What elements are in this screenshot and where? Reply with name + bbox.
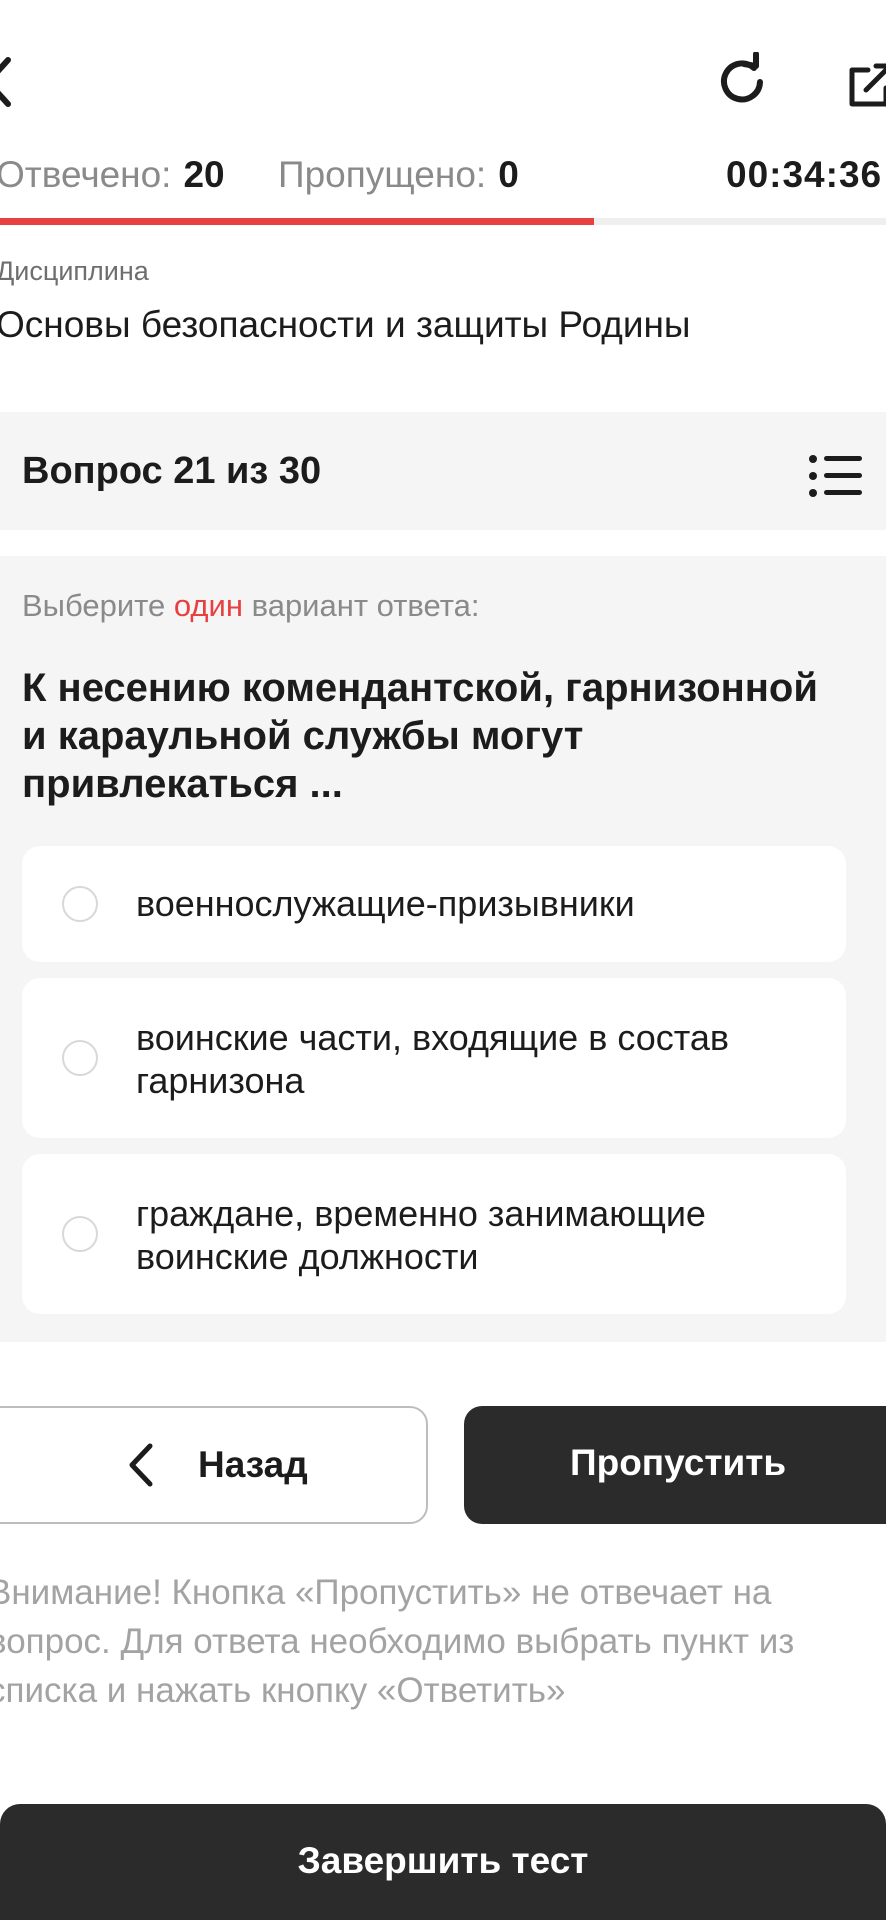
- question-card: Выберите один вариант ответа: К несению …: [0, 556, 886, 1342]
- radio-button[interactable]: [62, 1040, 98, 1076]
- answered-label: Отвечено:: [0, 154, 172, 195]
- finish-test-label: Завершить тест: [297, 1840, 589, 1881]
- hint-accent: один: [173, 588, 243, 623]
- back-button[interactable]: Назад: [0, 1406, 428, 1524]
- answered-value: 20: [183, 154, 225, 195]
- back-icon[interactable]: [0, 52, 12, 112]
- skip-button-label: Пропустить: [570, 1442, 787, 1483]
- question-text: К несению комендантской, гарнизонной и к…: [22, 666, 818, 806]
- external-link-icon[interactable]: [846, 60, 886, 110]
- question-header: Вопрос 21 из 30: [0, 412, 886, 530]
- answer-option[interactable]: военнослужащие-призывники: [22, 846, 846, 962]
- skipped-value: 0: [498, 154, 519, 195]
- answer-hint: Выберите один вариант ответа:: [22, 588, 479, 624]
- answer-option[interactable]: граждане, временно занимающие воинские д…: [22, 1154, 846, 1314]
- radio-button[interactable]: [62, 886, 98, 922]
- discipline-label: Дисциплина: [0, 256, 149, 286]
- hint-before: Выберите: [22, 588, 174, 623]
- reload-icon[interactable]: [712, 51, 772, 112]
- answered-stat: Отвечено: 20: [0, 154, 225, 196]
- skipped-label: Пропущено:: [278, 154, 487, 195]
- progress-bar: [0, 218, 886, 225]
- stats-bar: Отвечено: 20 Пропущено: 0 00:34:36: [0, 154, 886, 204]
- discipline-title: Основы безопасности и защиты Родины: [0, 304, 691, 345]
- skip-warning: Внимание! Кнопка «Пропустить» не отвечае…: [0, 1573, 795, 1710]
- option-label: граждане, временно занимающие воинские д…: [136, 1193, 706, 1277]
- option-label: воинские части, входящие в состав гарниз…: [136, 1017, 729, 1101]
- answer-option[interactable]: воинские части, входящие в состав гарниз…: [22, 978, 846, 1138]
- back-button-label: Назад: [198, 1444, 308, 1485]
- question-counter: Вопрос 21 из 30: [22, 450, 322, 492]
- chevron-left-icon: [126, 1442, 156, 1488]
- radio-button[interactable]: [62, 1216, 98, 1252]
- timer: 00:34:36: [726, 154, 883, 195]
- hint-after: вариант ответа:: [242, 588, 480, 623]
- skipped-stat: Пропущено: 0: [278, 154, 519, 196]
- progress-fill: [0, 218, 594, 225]
- skip-button[interactable]: Пропустить: [464, 1406, 886, 1524]
- finish-test-button[interactable]: Завершить тест: [0, 1804, 886, 1920]
- list-icon[interactable]: [808, 454, 864, 498]
- option-label: военнослужащие-призывники: [136, 883, 635, 924]
